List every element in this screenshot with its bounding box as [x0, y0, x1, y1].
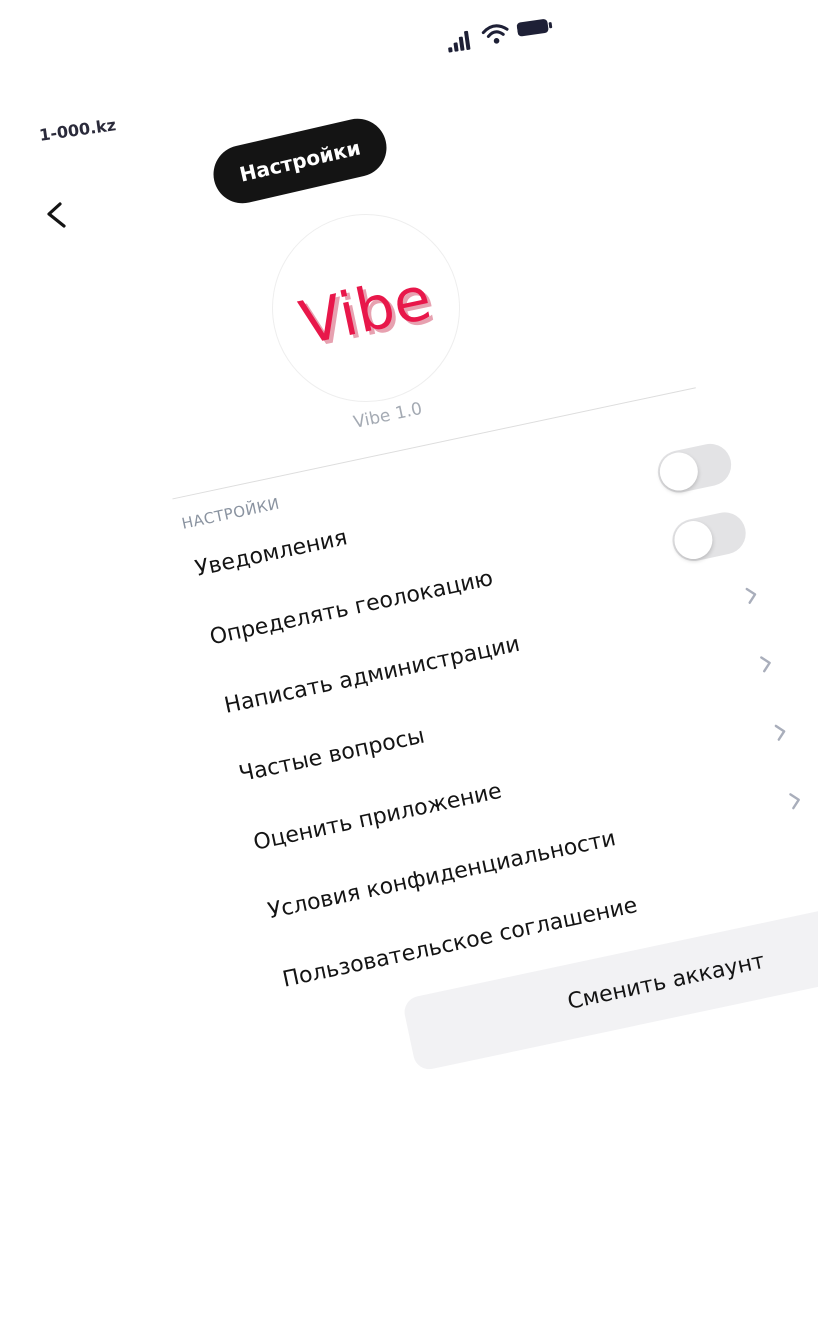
wifi-icon	[481, 24, 509, 44]
logo-text: Vibe	[294, 263, 437, 359]
chevron-right-icon	[789, 793, 800, 810]
chevron-right-icon	[745, 587, 757, 604]
battery-icon	[516, 19, 553, 37]
status-bar	[444, 11, 555, 58]
notifications-toggle[interactable]	[653, 439, 736, 497]
geolocation-toggle[interactable]	[668, 508, 750, 565]
chevron-right-icon	[774, 724, 786, 741]
row-label: Уведомления	[193, 525, 350, 582]
settings-content: Vibe Vibe Vibe 1.0 НАСТРОЙКИ Уведомления…	[110, 86, 818, 1144]
app-logo: Vibe Vibe	[254, 196, 478, 420]
section-label: НАСТРОЙКИ	[180, 494, 282, 533]
watermark: 1-000.kz	[38, 115, 118, 145]
chevron-left-icon	[47, 202, 66, 228]
signal-icon	[448, 30, 471, 53]
chevron-right-icon	[760, 656, 771, 673]
back-button[interactable]	[40, 196, 70, 236]
